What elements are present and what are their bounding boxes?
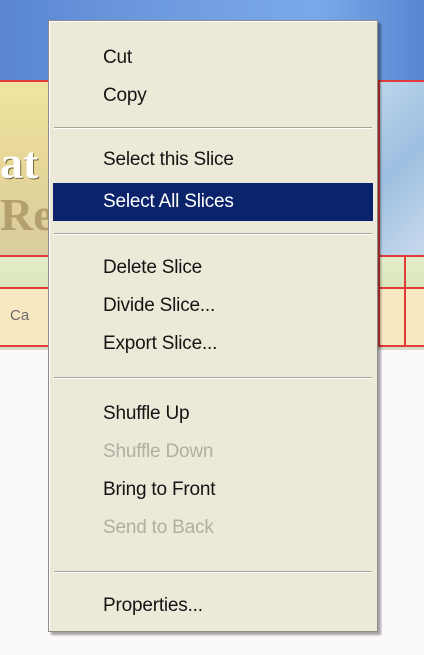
menu-item-send-to-back[interactable]: Send to Back [53,509,373,547]
menu-separator [54,233,372,235]
menu-item-export-slice[interactable]: Export Slice... [53,325,373,363]
menu-item-copy[interactable]: Copy [53,77,373,115]
menu-item-divide-slice[interactable]: Divide Slice... [53,287,373,325]
menu-item-select-all-slices[interactable]: Select All Slices [53,183,373,221]
slice-guide-line [378,80,380,347]
menu-separator [54,377,372,379]
slice-guide-line [404,255,406,347]
menu-item-properties[interactable]: Properties... [53,587,373,625]
slice-context-menu: Cut Copy Select this Slice Select All Sl… [48,20,378,632]
menu-item-delete-slice[interactable]: Delete Slice [53,249,373,287]
menu-separator [54,571,372,573]
menu-separator [54,127,372,129]
banner-text-fragment: at [0,137,39,188]
menu-item-cut[interactable]: Cut [53,39,373,77]
menu-item-select-this-slice[interactable]: Select this Slice [53,141,373,179]
banner-text-fragment-2: Re [0,189,54,240]
canvas-tab-fragment: Ca [10,307,30,324]
menu-item-shuffle-up[interactable]: Shuffle Up [53,395,373,433]
menu-item-shuffle-down[interactable]: Shuffle Down [53,433,373,471]
menu-item-bring-to-front[interactable]: Bring to Front [53,471,373,509]
